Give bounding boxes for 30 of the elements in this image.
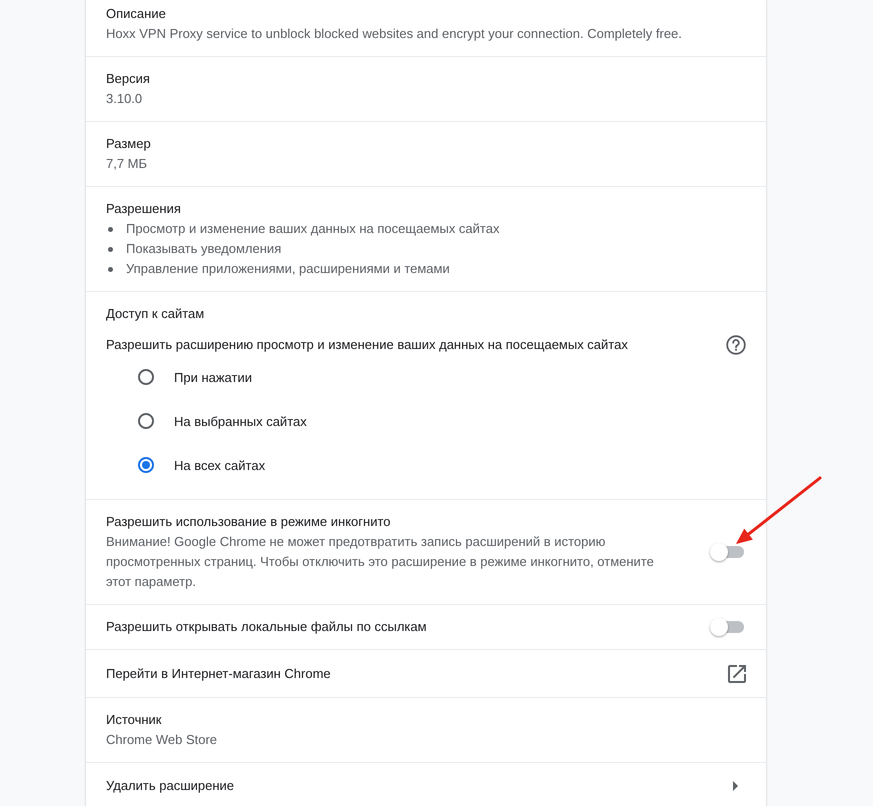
- caret-icon: [733, 781, 738, 791]
- setting-note: Внимание! Google Chrome не может предотвратить запись расширений в историю просмотренных страниц. Чтобы отключить это расширение в режиме инкогнито, отмените этот параметр.: [106, 533, 655, 591]
- external-link-icon: [728, 664, 746, 682]
- bullet-icon: [108, 266, 113, 272]
- radio-option[interactable]: На всех сайтах: [138, 443, 266, 487]
- section-title: Доступ к сайтам: [106, 305, 206, 323]
- help-icon[interactable]: [726, 335, 746, 355]
- toggle-switch[interactable]: [710, 542, 744, 562]
- permission-item: Просмотр и изменение ваших данных на посещаемых сайтах: [126, 220, 500, 238]
- field-label: Описание: [106, 5, 167, 23]
- permission-item: Управление приложениями, расширениями и темами: [126, 260, 450, 278]
- field-label: Версия: [106, 70, 151, 88]
- setting-label: Разрешить расширению просмотр и изменение ваших данных на посещаемых сайтах: [106, 336, 628, 354]
- setting-label: Разрешить открывать локальные файлы по ссылкам: [106, 618, 428, 636]
- field-value: Chrome Web Store: [106, 731, 218, 749]
- web-store-link[interactable]: Перейти в Интернет-магазин Chrome: [86, 649, 766, 697]
- radio-option[interactable]: При нажатии: [138, 355, 252, 399]
- section-title: Разрешения: [106, 200, 182, 218]
- remove-extension-button[interactable]: Удалить расширение: [86, 762, 766, 805]
- field-value: Hoxx VPN Proxy service to unblock blocked websites and encrypt your connection. Completely free.: [106, 25, 683, 43]
- field-label: Размер: [106, 135, 152, 153]
- bullet-icon: [108, 226, 113, 232]
- field-value: 7,7 МБ: [106, 155, 148, 173]
- radio-option[interactable]: На выбранных сайтах: [138, 399, 307, 443]
- permission-item: Показывать уведомления: [126, 240, 282, 258]
- bullet-icon: [108, 246, 113, 252]
- toggle-switch[interactable]: [710, 617, 744, 637]
- field-value: 3.10.0: [106, 90, 144, 108]
- field-label: Источник: [106, 711, 162, 729]
- setting-label: Разрешить использование в режиме инкогнито: [106, 513, 392, 531]
